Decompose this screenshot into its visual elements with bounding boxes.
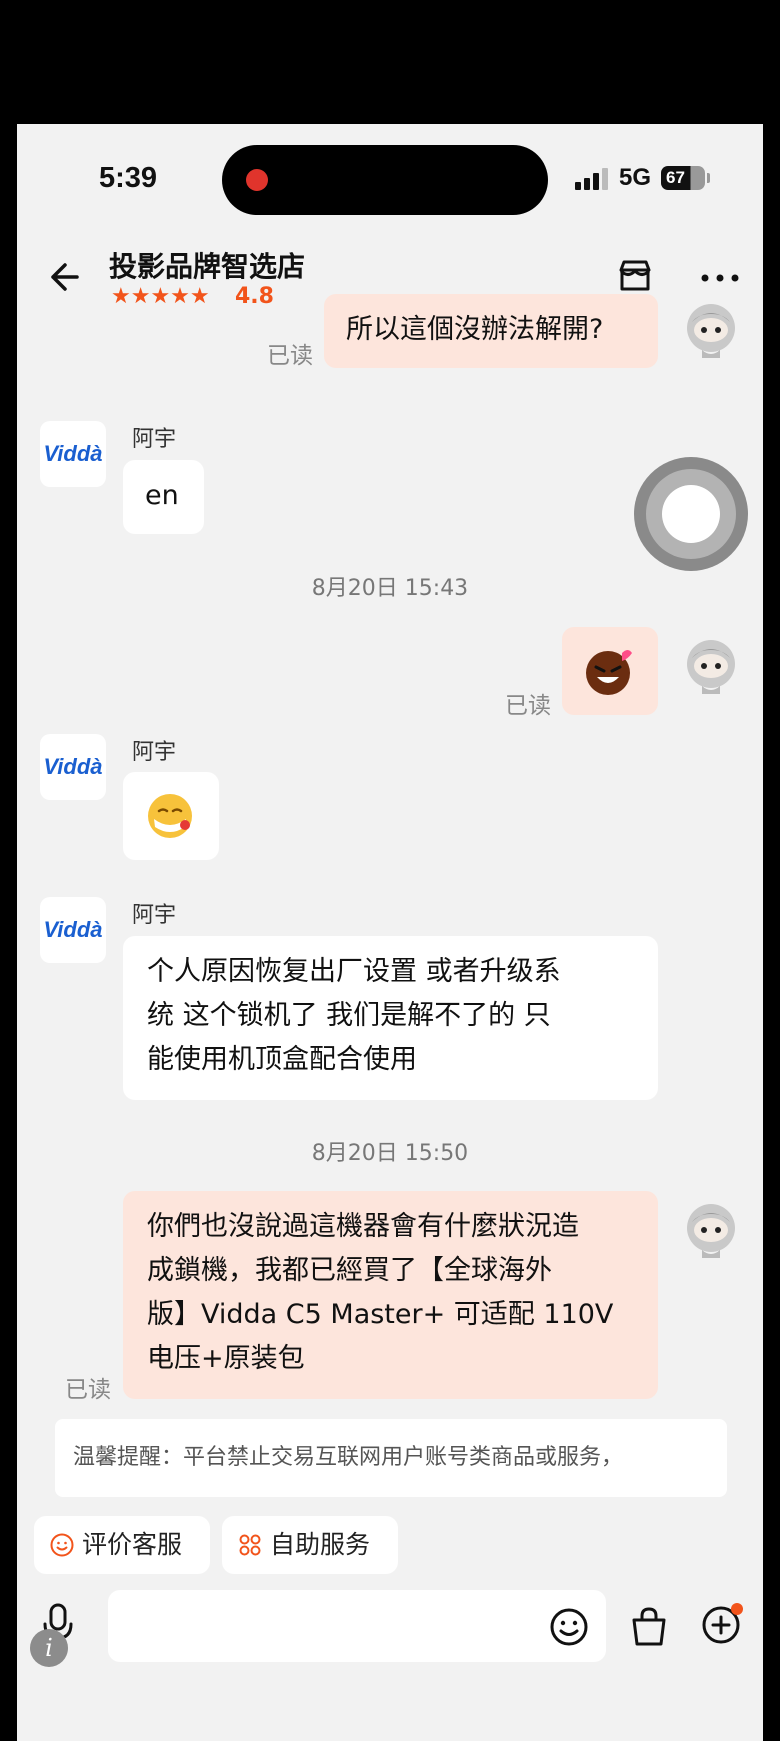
message-line: 你們也沒說過這機器會有什麼狀況造 [147,1211,579,1242]
shop-name[interactable]: 投影品牌智选店 [109,245,305,285]
sender-name: 阿宇 [132,903,177,928]
grinning-face-sticker-icon [586,650,632,695]
battery-tip [707,173,710,183]
platform-notice: 温馨提醒：平台禁止交易互联网用户账号类商品或服务， [55,1419,727,1497]
chat-screen: 5:39 5G 67 投影品牌智选店 ★★★★★ 4.8 已读 所以這個沒辦法解… [17,124,763,1741]
self-service-label: 自助服务 [270,1530,371,1559]
network-type: 5G [619,164,652,191]
store-icon[interactable] [615,256,655,296]
rate-service-button[interactable]: 评价客服 [34,1516,210,1574]
message-bubble-self[interactable]: 所以這個沒辦法解開? [324,294,658,368]
message-line: 成鎖機，我都已經買了【全球海外 [147,1255,552,1286]
rating-stars: ★★★★★ [111,284,210,309]
vidda-avatar[interactable]: Viddà [40,421,106,487]
message-line: 统 这个锁机了 我们是解不了的 只 [147,1000,551,1031]
vidda-avatar[interactable]: Viddà [40,897,106,963]
signal-icon [575,168,615,190]
sender-name: 阿宇 [132,740,177,765]
smile-icon [50,1533,74,1557]
user-avatar[interactable] [684,300,738,360]
floating-assistant-button[interactable] [634,457,748,571]
more-icon[interactable] [700,272,740,284]
message-line: 电压+原装包 [147,1343,305,1374]
message-line: 能使用机顶盒配合使用 [147,1044,417,1075]
shopping-bag-icon[interactable] [629,1604,669,1648]
message-line: 个人原因恢复出厂设置 或者升级系 [147,956,561,987]
dynamic-island [222,145,548,215]
grid-icon [239,1534,261,1556]
user-avatar[interactable] [684,636,738,696]
message-bubble-other[interactable]: en [123,460,204,534]
status-time: 5:39 [99,162,158,194]
timestamp-separator: 8月20日 15:43 [311,576,469,601]
message-line: 版】Vidda C5 Master+ 可适配 110V [147,1299,614,1330]
timestamp-separator: 8月20日 15:50 [311,1141,469,1166]
message-bubble-self[interactable]: 你們也沒說過這機器會有什麼狀況造 成鎖機，我都已經買了【全球海外 版】Vidda… [123,1191,658,1399]
read-status: 已读 [65,1377,111,1403]
sticker-bubble-self[interactable] [562,627,658,715]
sticker-bubble-other[interactable] [123,772,219,860]
add-plus-icon[interactable] [700,1600,746,1646]
read-status: 已读 [267,343,313,369]
info-icon[interactable]: i [30,1629,68,1667]
emoji-icon[interactable] [549,1607,589,1647]
rate-service-label: 评价客服 [82,1530,183,1559]
battery-icon: 67 [661,166,705,190]
sender-name: 阿宇 [132,427,177,452]
message-bubble-other[interactable]: 个人原因恢复出厂设置 或者升级系 统 这个锁机了 我们是解不了的 只 能使用机顶… [123,936,658,1100]
face-with-medical-mask-icon [148,794,192,838]
vidda-avatar[interactable]: Viddà [40,734,106,800]
user-avatar[interactable] [684,1200,738,1260]
self-service-button[interactable]: 自助服务 [222,1516,398,1574]
back-arrow-icon[interactable] [43,257,83,297]
rating-value: 4.8 [235,284,274,309]
recording-indicator-icon [246,169,268,191]
read-status: 已读 [505,693,551,719]
message-input[interactable] [108,1590,606,1662]
